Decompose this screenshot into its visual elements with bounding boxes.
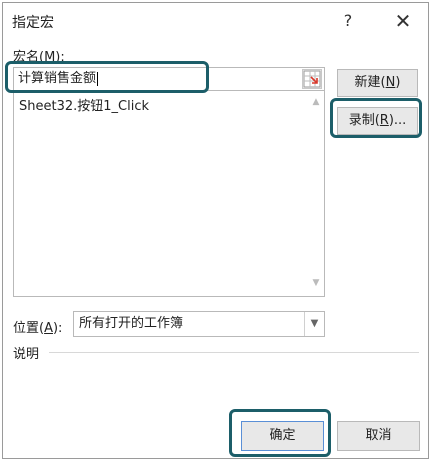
new-button[interactable]: 新建(N) [337,69,418,97]
close-button[interactable]: ✕ [388,7,418,35]
macro-name-input[interactable]: 计算销售金额 [13,67,325,91]
scroll-down-icon[interactable]: ▼ [311,278,321,288]
text-caret [97,71,99,86]
location-label: 位置(A): [13,321,63,336]
help-button[interactable]: ? [333,7,363,35]
record-button[interactable]: 录制(R)... [337,107,418,135]
list-scrollbar[interactable]: ▲ ▼ [307,91,324,296]
location-select[interactable]: 所有打开的工作簿 ▼ [73,311,325,337]
chevron-down-icon[interactable]: ▼ [304,312,324,336]
cancel-button[interactable]: 取消 [337,421,420,451]
scroll-up-icon[interactable]: ▲ [311,97,321,107]
macro-name-label: 宏名(M): [13,50,65,65]
assign-macro-dialog: 指定宏 ? ✕ 宏名(M): 计算销售金额 Sheet32.按钮1_Click … [2,2,429,459]
ok-button[interactable]: 确定 [241,421,324,451]
macro-list[interactable]: Sheet32.按钮1_Click ▲ ▼ [13,91,325,297]
list-item[interactable]: Sheet32.按钮1_Click [19,95,149,114]
dialog-title: 指定宏 [12,15,54,31]
description-divider [49,352,419,353]
cell-reference-icon[interactable] [302,69,322,89]
description-label: 说明 [13,347,40,362]
